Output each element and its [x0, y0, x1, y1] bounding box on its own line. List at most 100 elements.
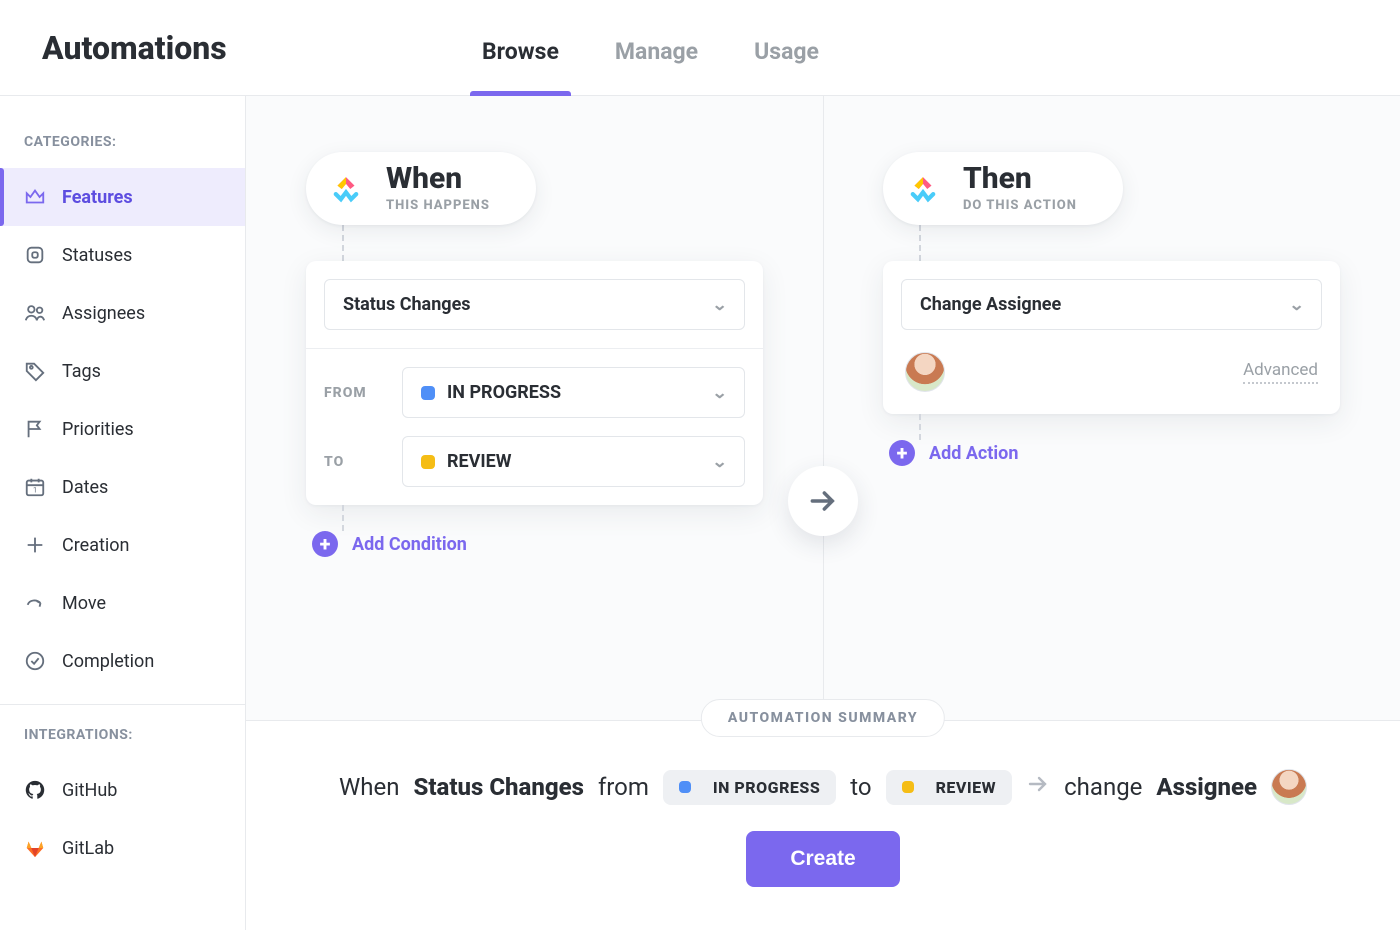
- automation-builder: When THIS HAPPENS Status Changes ⌄ FROM …: [246, 96, 1400, 716]
- status-dot-icon: [902, 781, 914, 793]
- clickup-logo-icon: [324, 167, 368, 211]
- clickup-logo-icon: [901, 167, 945, 211]
- tabs: Browse Manage Usage: [482, 0, 819, 95]
- integrations-label: INTEGRATIONS:: [0, 715, 245, 761]
- sidebar-item-assignees[interactable]: Assignees: [0, 284, 245, 342]
- page-title: Automations: [42, 29, 482, 67]
- tab-manage[interactable]: Manage: [615, 38, 698, 95]
- add-action-label: Add Action: [929, 443, 1018, 464]
- advanced-link[interactable]: Advanced: [1243, 360, 1318, 384]
- summary-avatar: [1271, 769, 1307, 805]
- sidebar-item-label: Assignees: [62, 303, 145, 324]
- add-action-button[interactable]: + Add Action: [889, 440, 1340, 466]
- chevron-down-icon: ⌄: [711, 295, 727, 314]
- sidebar-item-label: Statuses: [62, 245, 132, 266]
- action-select[interactable]: Change Assignee ⌄: [901, 279, 1322, 330]
- sidebar-item-dates[interactable]: 1 Dates: [0, 458, 245, 516]
- flow-arrow-icon: [788, 466, 858, 536]
- crown-icon: [24, 186, 46, 208]
- sidebar-item-gitlab[interactable]: GitLab: [0, 819, 245, 877]
- summary-text: to: [850, 773, 871, 801]
- calendar-icon: 1: [24, 476, 46, 498]
- sidebar-item-label: Priorities: [62, 419, 134, 440]
- arrow-right-icon: [1026, 772, 1050, 802]
- sidebar-item-label: Tags: [62, 361, 101, 382]
- summary-text: from: [598, 773, 649, 801]
- assignee-avatar[interactable]: [905, 352, 945, 392]
- to-status-value: REVIEW: [447, 451, 512, 472]
- sidebar-divider: [0, 704, 245, 705]
- then-column: Then DO THIS ACTION Change Assignee ⌄ Ad…: [823, 96, 1400, 716]
- sidebar-item-label: Features: [62, 187, 133, 208]
- plus-circle-icon: +: [312, 531, 338, 557]
- sidebar-item-creation[interactable]: Creation: [0, 516, 245, 574]
- then-subtitle: DO THIS ACTION: [963, 198, 1077, 213]
- chevron-down-icon: ⌄: [711, 383, 727, 402]
- sidebar-item-label: Dates: [62, 477, 108, 498]
- connector-line: [919, 414, 921, 440]
- sidebar-item-completion[interactable]: Completion: [0, 632, 245, 690]
- trigger-select-value: Status Changes: [343, 294, 471, 315]
- then-title: Then: [963, 164, 1077, 194]
- summary-to-chip: REVIEW: [886, 770, 1013, 805]
- add-condition-button[interactable]: + Add Condition: [312, 531, 763, 557]
- sidebar-item-statuses[interactable]: Statuses: [0, 226, 245, 284]
- trigger-select[interactable]: Status Changes ⌄: [324, 279, 745, 330]
- summary-from-chip: IN PROGRESS: [663, 770, 836, 805]
- add-condition-label: Add Condition: [352, 534, 467, 555]
- to-status-select[interactable]: REVIEW ⌄: [402, 436, 745, 487]
- summary-text: When: [339, 773, 400, 801]
- status-dot-icon: [679, 781, 691, 793]
- tab-usage[interactable]: Usage: [754, 38, 819, 95]
- sidebar-item-label: GitLab: [62, 838, 114, 859]
- summary-text: change: [1064, 773, 1142, 801]
- sidebar-item-label: Creation: [62, 535, 129, 556]
- then-card: Change Assignee ⌄ Advanced: [883, 261, 1340, 414]
- github-icon: [24, 779, 46, 801]
- sidebar-item-label: Move: [62, 593, 106, 614]
- sidebar-item-github[interactable]: GitHub: [0, 761, 245, 819]
- create-button[interactable]: Create: [746, 831, 899, 887]
- tab-browse[interactable]: Browse: [482, 38, 559, 95]
- people-icon: [24, 302, 46, 324]
- connector-line: [342, 505, 344, 531]
- sidebar-item-priorities[interactable]: Priorities: [0, 400, 245, 458]
- sidebar-item-label: Completion: [62, 651, 154, 672]
- plus-icon: [24, 534, 46, 556]
- main: When THIS HAPPENS Status Changes ⌄ FROM …: [246, 96, 1400, 930]
- gitlab-icon: [24, 837, 46, 859]
- sidebar-item-label: GitHub: [62, 780, 117, 801]
- status-dot-icon: [421, 455, 435, 469]
- when-subtitle: THIS HAPPENS: [386, 198, 490, 213]
- sidebar: CATEGORIES: Features Statuses Assignees …: [0, 96, 246, 930]
- chevron-down-icon: ⌄: [1288, 295, 1304, 314]
- tag-icon: [24, 360, 46, 382]
- from-status-value: IN PROGRESS: [447, 382, 561, 403]
- flag-icon: [24, 418, 46, 440]
- move-arrow-icon: [24, 592, 46, 614]
- sidebar-item-tags[interactable]: Tags: [0, 342, 245, 400]
- summary-area: AUTOMATION SUMMARY When Status Changes f…: [246, 720, 1400, 930]
- from-status-select[interactable]: IN PROGRESS ⌄: [402, 367, 745, 418]
- sidebar-item-features[interactable]: Features: [0, 168, 245, 226]
- plus-circle-icon: +: [889, 440, 915, 466]
- svg-text:1: 1: [33, 486, 37, 495]
- when-column: When THIS HAPPENS Status Changes ⌄ FROM …: [246, 96, 823, 716]
- then-stage-pill: Then DO THIS ACTION: [883, 152, 1123, 225]
- check-circle-icon: [24, 650, 46, 672]
- status-icon: [24, 244, 46, 266]
- when-card: Status Changes ⌄ FROM IN PROGRESS ⌄ TO: [306, 261, 763, 505]
- connector-line: [342, 225, 344, 261]
- summary-trigger: Status Changes: [413, 773, 583, 801]
- sidebar-item-move[interactable]: Move: [0, 574, 245, 632]
- summary-assignee: Assignee: [1156, 773, 1257, 801]
- when-stage-pill: When THIS HAPPENS: [306, 152, 536, 225]
- status-dot-icon: [421, 386, 435, 400]
- action-select-value: Change Assignee: [920, 294, 1061, 315]
- summary-sentence: When Status Changes from IN PROGRESS to …: [246, 769, 1400, 805]
- chevron-down-icon: ⌄: [711, 452, 727, 471]
- categories-label: CATEGORIES:: [0, 122, 245, 168]
- from-label: FROM: [324, 385, 384, 401]
- when-title: When: [386, 164, 490, 194]
- to-label: TO: [324, 454, 384, 470]
